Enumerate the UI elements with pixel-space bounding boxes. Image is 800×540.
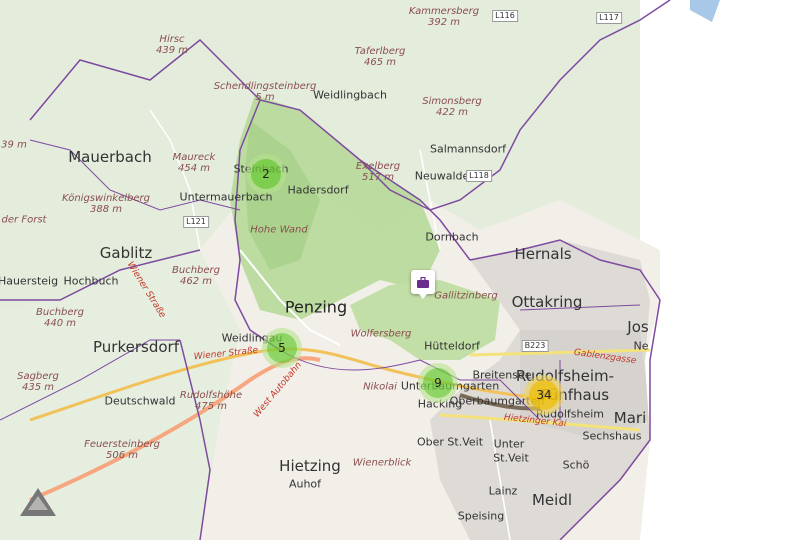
- briefcase-icon: [417, 276, 429, 288]
- cluster-marker[interactable]: 34: [529, 380, 559, 410]
- cluster-marker[interactable]: 2: [251, 159, 281, 189]
- cluster-marker[interactable]: 9: [423, 368, 453, 398]
- map-view[interactable]: Mauerbach Gablitz Purkersdorf Penzing He…: [0, 0, 800, 540]
- poi-briefcase-marker[interactable]: [411, 270, 435, 299]
- cluster-marker[interactable]: 5: [267, 333, 297, 363]
- mountain-logo-icon: [20, 488, 56, 516]
- map-base-layer: [0, 0, 800, 540]
